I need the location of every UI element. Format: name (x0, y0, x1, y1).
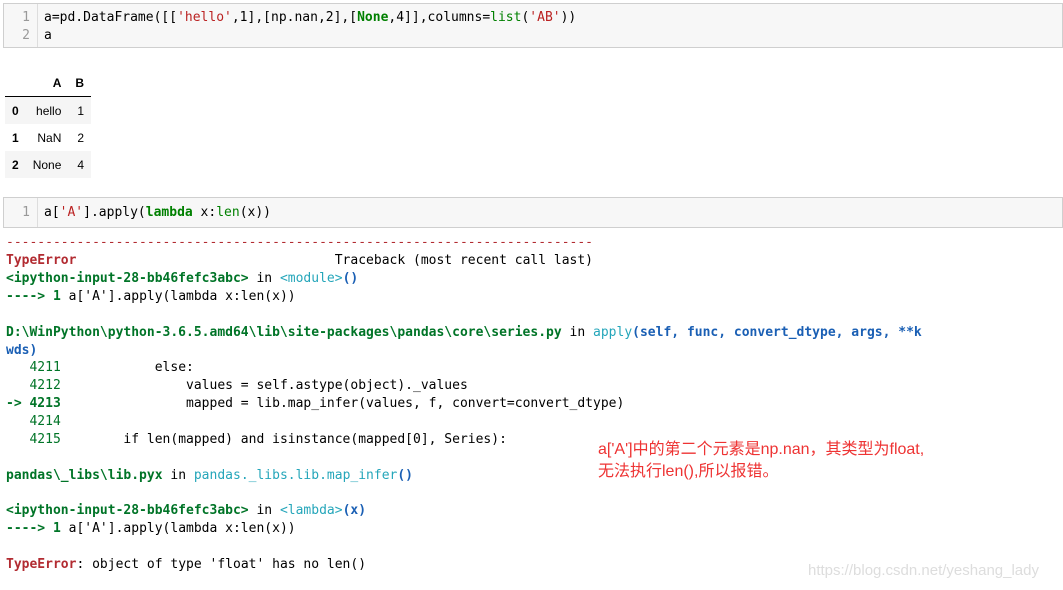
table-cell: 4 (77, 157, 85, 172)
line-number: 2 (22, 28, 30, 43)
code-line: a (44, 28, 52, 43)
row-index: 1 (12, 130, 19, 145)
table-row: 1 NaN 2 (5, 124, 91, 151)
watermark: https://blog.csdn.net/yeshang_lady (808, 562, 1039, 579)
dataframe-output: A B 0 hello 1 1 NaN 2 2 None 4 (5, 69, 92, 178)
line-number: 1 (22, 205, 30, 220)
line-number: 1 (22, 10, 30, 25)
traceback-frame: <ipython-input-28-bb46fefc3abc> in <lamb… (6, 503, 367, 518)
source-line: 4214 (6, 414, 61, 429)
traceback-frame-cont: wds) (6, 343, 38, 358)
table-row: 2 None 4 (5, 151, 92, 178)
traceback-arrow-line: ----> 1 a['A'].apply(lambda x:len(x)) (6, 521, 296, 536)
table-cell: 1 (77, 103, 85, 118)
source-line: 4215 if len(mapped) and isinstance(mappe… (6, 432, 507, 447)
final-error: TypeError: object of type 'float' has no… (6, 557, 367, 572)
column-header: A (25, 69, 69, 97)
table-cell: hello (36, 103, 62, 118)
traceback-separator: ----------------------------------------… (6, 235, 593, 250)
source-line: 4211 else: (6, 360, 194, 375)
code-line: a=pd.DataFrame([['hello',1],[np.nan,2],[… (44, 10, 577, 25)
traceback-frame: D:\WinPython\python-3.6.5.amd64\lib\site… (6, 325, 922, 340)
code-cell-2[interactable]: 1 a['A'].apply(lambda x:len(x)) (3, 197, 1063, 228)
column-header: B (68, 69, 92, 97)
traceback-header: TypeError Traceback (most recent call la… (6, 253, 594, 268)
row-index: 0 (12, 103, 19, 118)
annotation-line: a['A']中的第二个元素是np.nan，其类型为float, (598, 441, 925, 458)
table-cell: NaN (37, 130, 62, 145)
table-cell: 2 (77, 130, 85, 145)
traceback-frame: <ipython-input-28-bb46fefc3abc> in <modu… (6, 271, 359, 286)
source-line-current: -> 4213 mapped = lib.map_infer(values, f… (6, 396, 625, 411)
traceback-arrow-line: ----> 1 a['A'].apply(lambda x:len(x)) (6, 289, 296, 304)
source-line: 4212 values = self.astype(object)._value… (6, 378, 468, 393)
table-cell: None (32, 157, 62, 172)
index-header (5, 69, 26, 97)
row-index: 2 (12, 157, 19, 172)
annotation-line: 无法执行len(),所以报错。 (598, 463, 779, 480)
code-line: a['A'].apply(lambda x:len(x)) (44, 205, 272, 220)
code-cell-1[interactable]: 1 2 a=pd.DataFrame([['hello',1],[np.nan,… (3, 3, 1063, 48)
table-row: 0 hello 1 (5, 96, 92, 124)
traceback-frame: pandas\_libs\lib.pyx in pandas._libs.lib… (6, 468, 414, 483)
